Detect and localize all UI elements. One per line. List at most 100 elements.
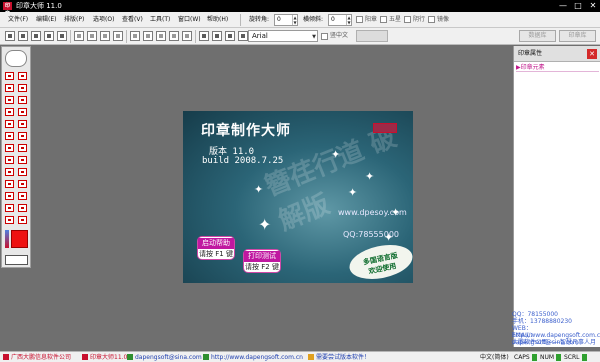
- paste-icon[interactable]: [100, 31, 110, 41]
- checkbox-yang[interactable]: [356, 16, 363, 23]
- menu-view[interactable]: 查看(V): [122, 15, 143, 25]
- align-left-icon[interactable]: [130, 31, 140, 41]
- star-icon: ✦: [348, 186, 358, 199]
- settings-icon[interactable]: [238, 31, 248, 41]
- checkbox-yin[interactable]: [404, 16, 411, 23]
- square-seal-icon[interactable]: [5, 132, 14, 140]
- rotate-input[interactable]: 0 ▲ ▼: [274, 14, 298, 26]
- close-window-button[interactable]: ✕: [586, 0, 600, 12]
- print-f2-badge[interactable]: 打印测试 请按 F2 键: [243, 249, 281, 273]
- red-square-swatch[interactable]: [11, 230, 28, 248]
- status-web[interactable]: http://www.dapengsoft.com.cn: [203, 353, 303, 362]
- triangle-icon[interactable]: [18, 144, 27, 152]
- seal-stamp-icon: [373, 123, 397, 133]
- delete-icon[interactable]: [113, 31, 123, 41]
- image-insert-icon[interactable]: [5, 192, 14, 200]
- star-icon: ✦: [258, 215, 272, 234]
- color-bar-icon[interactable]: [5, 230, 9, 248]
- arc-text-icon[interactable]: [18, 180, 27, 188]
- status-scrl: SCRL: [564, 354, 580, 361]
- spinner-arrows-icon[interactable]: ▲ ▼: [292, 15, 297, 25]
- tab-database[interactable]: 数据库: [519, 30, 556, 42]
- align-bottom-icon[interactable]: [182, 31, 192, 41]
- code-icon[interactable]: [5, 204, 14, 212]
- grid-icon[interactable]: [225, 31, 235, 41]
- maximize-button[interactable]: □: [571, 0, 585, 12]
- tab-seal-library[interactable]: 印章库: [559, 30, 596, 42]
- menu-separator: [240, 14, 241, 26]
- line-icon[interactable]: [5, 168, 14, 176]
- menu-file[interactable]: 文件(F): [8, 15, 28, 25]
- status-tip: 需要尝试版本软件！: [308, 353, 370, 362]
- export-icon[interactable]: [199, 31, 209, 41]
- menu-options[interactable]: 选项(O): [93, 15, 114, 25]
- ellipse-wide-icon[interactable]: [5, 84, 14, 92]
- align-top-icon[interactable]: [169, 31, 179, 41]
- ellipse-seal-icon[interactable]: [18, 72, 27, 80]
- contact-phone: 手机：13788880230: [512, 318, 572, 325]
- rect-frame-icon[interactable]: [18, 120, 27, 128]
- window-title: 印章大师 11.0: [16, 2, 62, 10]
- menu-bar: 文件(F) 编辑(E) 排版(P) 选项(O) 查看(V) 工具(T) 窗口(W…: [0, 12, 600, 28]
- checkbox-vertical-chinese[interactable]: [321, 33, 328, 40]
- frame-icon[interactable]: [5, 216, 14, 224]
- print-tool-icon[interactable]: [5, 255, 28, 265]
- caps-led: [532, 354, 537, 361]
- text-icon[interactable]: [5, 180, 14, 188]
- diamond-icon[interactable]: [5, 144, 14, 152]
- menu-layout[interactable]: 排版(P): [64, 15, 84, 25]
- double-ellipse-icon[interactable]: [5, 96, 14, 104]
- oval-ring-icon[interactable]: [18, 108, 27, 116]
- menu-window[interactable]: 窗口(W): [178, 15, 201, 25]
- help-f1-badge[interactable]: 启动帮助 请按 F1 键: [197, 236, 235, 260]
- open-icon[interactable]: [18, 31, 28, 41]
- menu-help[interactable]: 帮助(H): [207, 15, 228, 25]
- ring-icon[interactable]: [18, 96, 27, 104]
- square-frame-icon[interactable]: [18, 132, 27, 140]
- shape-palette: [1, 46, 31, 268]
- checkbox-star[interactable]: [380, 16, 387, 23]
- cut-icon[interactable]: [74, 31, 84, 41]
- image-icon[interactable]: [212, 31, 222, 41]
- splash-build: build 2008.7.25: [202, 156, 284, 166]
- close-icon[interactable]: ✕: [587, 49, 597, 59]
- ellipse-tall-icon[interactable]: [18, 84, 27, 92]
- star-icon: ✦: [254, 183, 264, 196]
- menu-tools[interactable]: 工具(T): [150, 15, 170, 25]
- star-icon: ✦: [384, 231, 394, 244]
- copy-icon[interactable]: [87, 31, 97, 41]
- panel-section-header[interactable]: ▶印章元素: [516, 64, 599, 72]
- new-icon[interactable]: [5, 31, 15, 41]
- save-icon[interactable]: [31, 31, 41, 41]
- font-select[interactable]: Arial ▼: [248, 30, 318, 42]
- align-center-icon[interactable]: [143, 31, 153, 41]
- preview-icon[interactable]: [57, 31, 67, 41]
- print-icon[interactable]: [44, 31, 54, 41]
- status-email[interactable]: dapengsoft@sina.com: [127, 353, 202, 362]
- border-icon[interactable]: [18, 216, 27, 224]
- emblem-icon[interactable]: [18, 192, 27, 200]
- align-right-icon[interactable]: [156, 31, 166, 41]
- barcode-icon[interactable]: [18, 204, 27, 212]
- oval-icon[interactable]: [5, 108, 14, 116]
- checkbox-yin-label: 阴行: [413, 16, 426, 23]
- spinner-arrows-icon[interactable]: ▲ ▼: [346, 15, 351, 25]
- star-icon[interactable]: [5, 156, 14, 164]
- font-size-select[interactable]: [356, 30, 388, 42]
- checkbox-mirror[interactable]: [428, 16, 435, 23]
- minimize-button[interactable]: —: [556, 0, 570, 12]
- seal-properties-panel: 印章属性 ✕ ▶印章元素: [513, 46, 600, 347]
- circle-seal-icon[interactable]: [5, 72, 14, 80]
- splash-screen: 簪荏行道 破解版 印章制作大师 版本 11.0 build 2008.7.25 …: [183, 111, 413, 283]
- menu-edit[interactable]: 编辑(E): [36, 15, 56, 25]
- eye-icon[interactable]: [5, 50, 27, 67]
- status-lang: 中文(简体): [480, 354, 509, 361]
- status-company: 广西大鹏信息软件公司: [3, 353, 71, 362]
- print-badge-title: 打印测试: [244, 251, 280, 262]
- checkbox-yang-label: 阳章: [365, 16, 378, 23]
- rect-seal-icon[interactable]: [5, 120, 14, 128]
- curve-icon[interactable]: [18, 168, 27, 176]
- polygon-icon[interactable]: [18, 156, 27, 164]
- tilt-input[interactable]: 0 ▲ ▼: [328, 14, 352, 26]
- scrl-led: [582, 354, 587, 361]
